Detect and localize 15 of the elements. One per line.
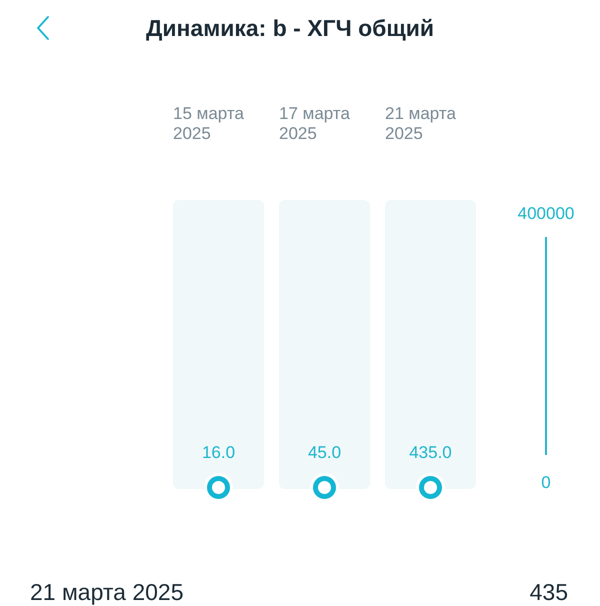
scale-max-label: 400000 bbox=[518, 204, 574, 224]
latest-value: 435 bbox=[530, 579, 568, 606]
latest-date: 21 марта 2025 bbox=[30, 579, 184, 606]
point-marker bbox=[419, 476, 442, 499]
scale-min-label: 0 bbox=[541, 473, 551, 493]
page-title: Динамика: b - ХГЧ общий bbox=[146, 14, 434, 42]
column-date: 17 марта 2025 bbox=[279, 104, 351, 145]
value-label: 435.0 bbox=[409, 443, 452, 463]
column-date: 21 марта 2025 bbox=[385, 104, 457, 145]
value-label: 16.0 bbox=[202, 443, 236, 463]
column-date: 15 марта 2025 bbox=[173, 104, 245, 145]
point-marker bbox=[207, 476, 230, 499]
back-icon[interactable] bbox=[36, 15, 50, 41]
value-label: 45.0 bbox=[308, 443, 342, 463]
point-marker bbox=[313, 476, 336, 499]
